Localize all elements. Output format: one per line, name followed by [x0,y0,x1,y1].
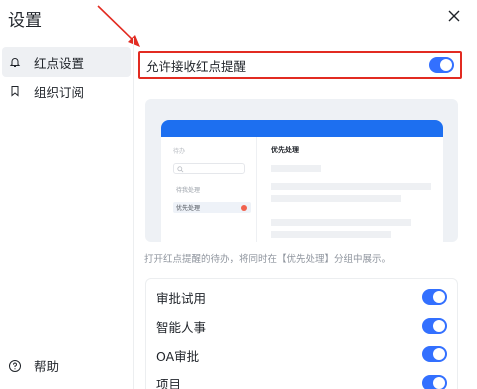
question-circle-icon [8,359,22,373]
red-dot-indicator [241,205,247,211]
red-dot-description: 打开红点提醒的待办，将同时在【优先处理】分组中展示。 [144,254,392,265]
preview-search-box [173,163,245,174]
help-link[interactable]: 帮助 [8,356,59,375]
allow-red-dot-row: 允许接收红点提醒 [138,51,462,79]
search-icon [177,166,184,173]
sidebar-item-label: 红点设置 [34,55,85,71]
preview-title-bar [161,120,443,138]
preview-todo-label: 待办 [173,148,186,155]
sidebar-item-red-dot-settings[interactable]: 红点设置 [2,47,131,77]
bookmark-icon [8,84,22,98]
preview-placeholder-line [271,183,431,190]
preview-window: 待办 待我处理 优先处理 优先处理 [161,137,443,242]
settings-sidebar: 红点设置 组织订阅 帮助 [0,38,134,389]
preview-item-label: 优先处理 [176,205,201,212]
app-toggle-oa-approval[interactable] [422,346,447,362]
preview-item-priority: 优先处理 [173,202,251,213]
preview-placeholder-line [271,219,411,226]
app-toggle-list: 审批试用 智能人事 OA审批 项目 [145,278,458,389]
app-toggle-smart-hr[interactable] [422,318,447,334]
bell-icon [8,55,22,69]
app-item-label: OA审批 [156,349,200,364]
app-toggle-approval-trial[interactable] [422,289,447,305]
preview-placeholder-line [271,165,321,172]
app-item-label: 智能人事 [156,320,207,335]
app-item-label: 项目 [156,377,182,389]
settings-main: 允许接收红点提醒 待办 待我处理 优先处理 优先处理 打开红点提醒的待办，将同时… [135,38,477,389]
sidebar-item-label: 组织订阅 [34,84,85,100]
allow-red-dot-toggle[interactable] [429,57,454,73]
preview-placeholder-line [271,231,391,238]
settings-dialog: 设置 红点设置 组织订阅 帮助 允许接收红点提醒 待办 待我处理 优先处理 优先… [0,0,477,389]
preview-item: 待我处理 [173,184,251,195]
preview-item-label: 待我处理 [176,187,201,194]
allow-red-dot-label: 允许接收红点提醒 [146,58,247,74]
preview-sidebar: 待办 待我处理 优先处理 [161,137,257,242]
preview-placeholder-line [271,195,401,202]
sidebar-item-org-subscription[interactable]: 组织订阅 [2,76,131,106]
preview-heading: 优先处理 [271,146,299,154]
app-item-label: 审批试用 [156,291,207,306]
app-toggle-project[interactable] [422,375,447,389]
help-label: 帮助 [34,359,60,374]
preview-illustration: 待办 待我处理 优先处理 优先处理 [145,99,458,242]
